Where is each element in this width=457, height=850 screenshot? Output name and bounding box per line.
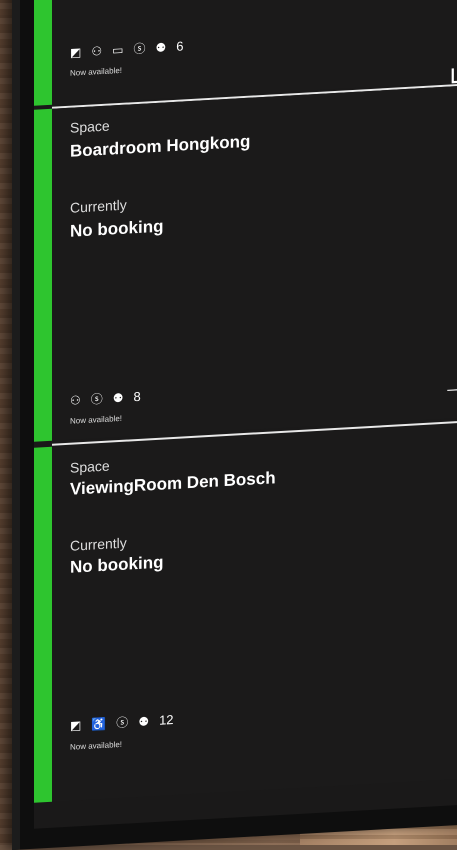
capacity-count: 6	[176, 38, 184, 54]
amenities-row: ◩ ⚇ ▭ ⓢ ⚉ 6	[70, 38, 183, 59]
availability-status: Now available!	[70, 739, 123, 752]
space-name: Boardroom Hongkong	[70, 131, 251, 161]
space-label: Space	[70, 117, 110, 136]
capacity-icon: ⚉	[112, 390, 124, 405]
tv-icon: ◩	[70, 717, 82, 733]
currently-label: Currently	[70, 534, 127, 554]
amenities-row: ◩ ♿ ⓢ ⚉ 12	[70, 712, 174, 733]
room-display-panel: ◩ ⚇ ▭ ⓢ ⚉ 6 Now available! ↳ Space Board…	[12, 0, 457, 850]
currently-label: Currently	[70, 196, 127, 216]
people-icon: ⚇	[70, 392, 81, 408]
accessible-icon: ♿	[91, 716, 107, 732]
availability-bar	[34, 108, 52, 442]
availability-bar	[34, 0, 52, 106]
booking-status: No booking	[70, 552, 164, 577]
booking-status: No booking	[70, 216, 164, 241]
availability-bar	[34, 446, 52, 803]
capacity-icon: ⚉	[138, 713, 150, 729]
capacity-count: 8	[133, 388, 141, 405]
room-card-viewingroom[interactable]: Space ViewingRoom Den Bosch Currently No…	[34, 422, 457, 803]
space-label: Space	[70, 457, 110, 476]
monitor-icon: ▭	[112, 42, 124, 57]
people-icon: ⚇	[91, 43, 103, 59]
capacity-icon: ⚉	[155, 39, 167, 55]
skype-icon: ⓢ	[116, 714, 129, 730]
availability-status: Now available!	[70, 65, 123, 78]
skype-icon: ⓢ	[133, 41, 146, 56]
tv-icon: ◩	[70, 44, 82, 60]
amenities-row: ⚇ ⓢ ⚉ 8	[70, 389, 141, 408]
display-screen: ◩ ⚇ ▭ ⓢ ⚉ 6 Now available! ↳ Space Board…	[34, 0, 457, 829]
availability-status: Now available!	[70, 413, 123, 426]
capacity-count: 12	[159, 711, 174, 728]
skype-icon: ⓢ	[90, 391, 103, 407]
arrow-right-icon[interactable]: →	[442, 370, 457, 401]
room-card-boardroom[interactable]: Space Boardroom Hongkong Currently No bo…	[34, 84, 457, 442]
